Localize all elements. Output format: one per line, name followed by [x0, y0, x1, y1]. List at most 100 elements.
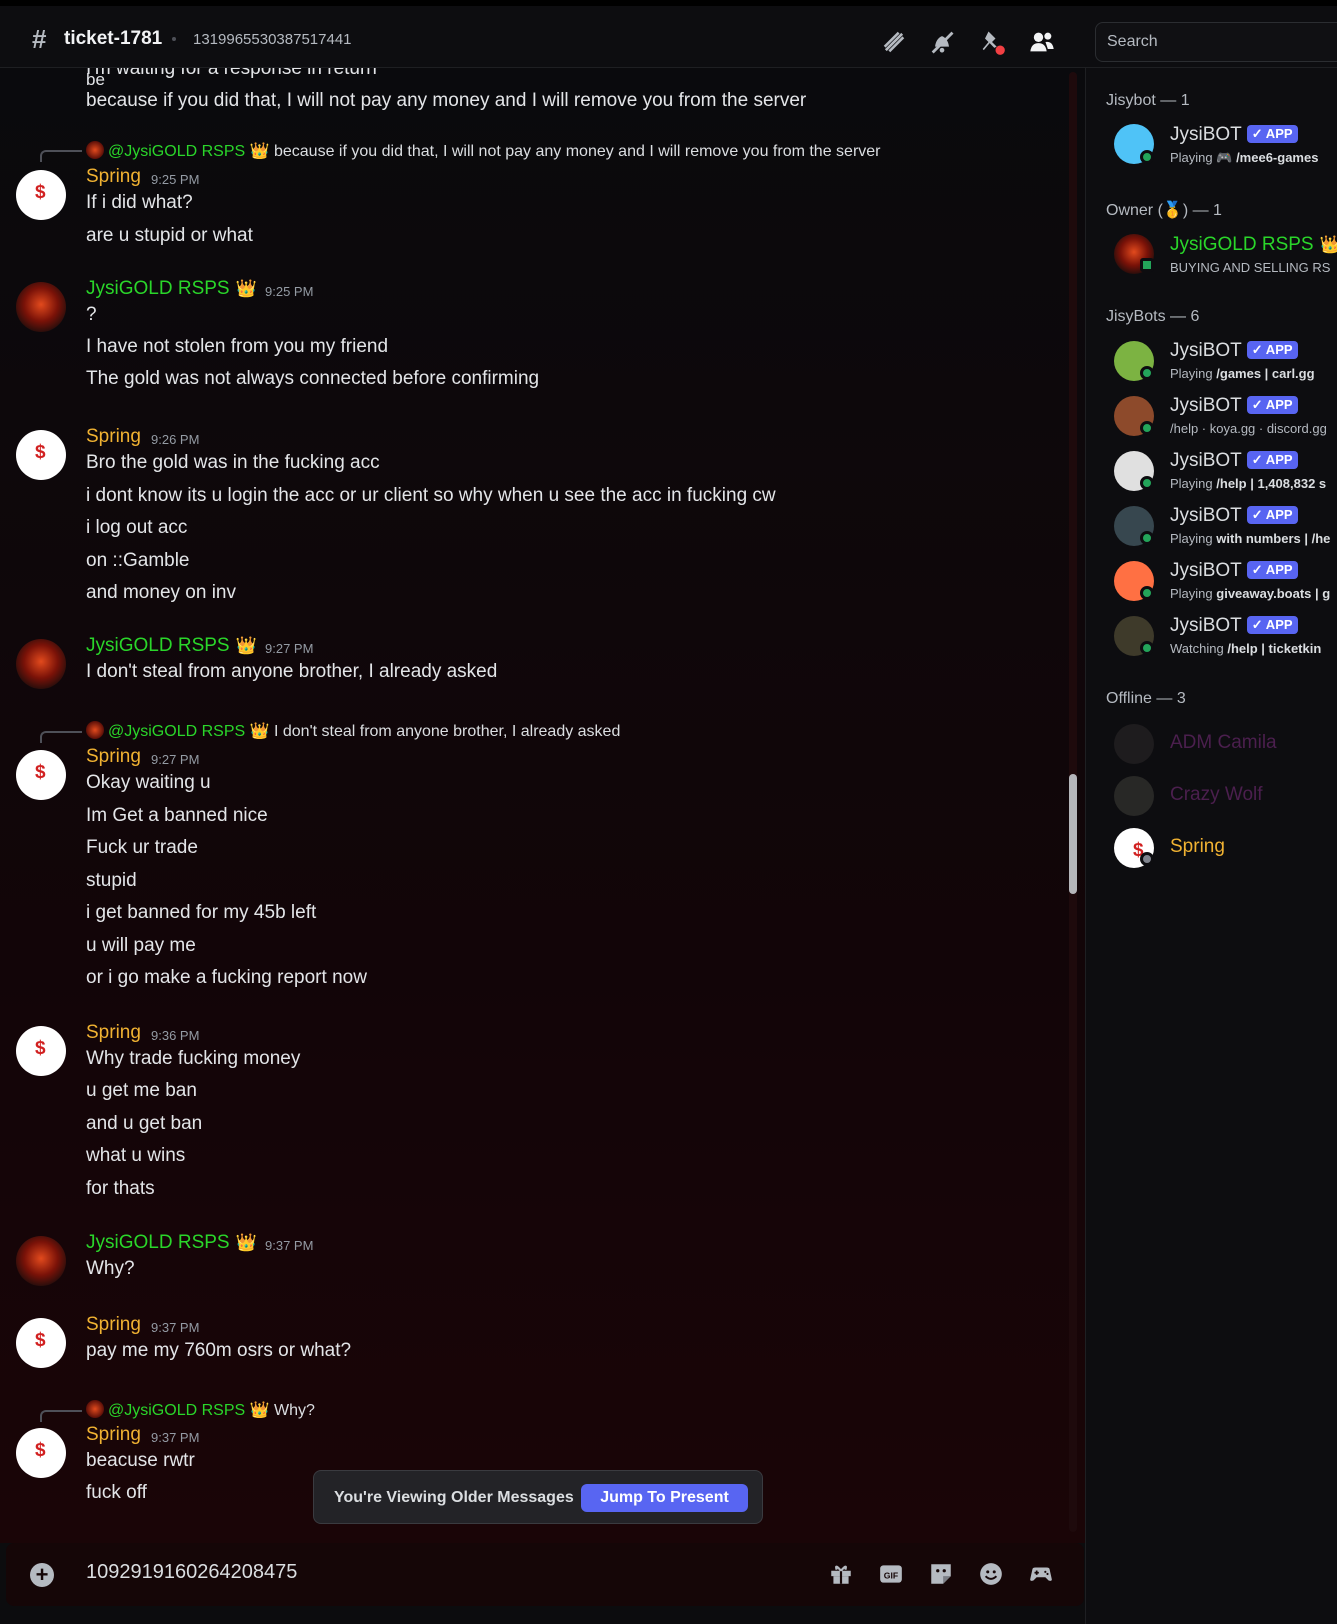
online-status-icon — [1140, 476, 1154, 490]
timestamp: 9:37 PM — [151, 1320, 200, 1335]
mute-notifications-icon[interactable] — [928, 28, 956, 56]
app-badge: ✓ APP — [1246, 561, 1298, 579]
crown-icon: 👑 — [249, 1402, 270, 1419]
member-activity: Watching /help | ticketkin — [1170, 641, 1322, 656]
author-name[interactable]: Spring — [86, 1314, 141, 1336]
member-section-header: Jisybot — 1 — [1106, 92, 1190, 109]
author-name[interactable]: Spring — [86, 746, 141, 768]
app-badge: ✓ APP — [1246, 396, 1298, 414]
avatar[interactable] — [16, 1428, 66, 1478]
channel-topic[interactable]: 1319965530387517441 — [193, 31, 352, 48]
message-line: u will pay me — [86, 935, 196, 956]
online-status-icon — [1140, 366, 1154, 380]
channel-header: # ticket-1781 1319965530387517441 Search — [0, 0, 1337, 68]
crown-icon: 👑 — [249, 143, 270, 160]
pinned-messages-icon[interactable] — [978, 28, 1006, 56]
message-line: or i go make a fucking report now — [86, 967, 367, 988]
reply-preview[interactable]: @JysiGOLD RSPS 👑 I don't steal from anyo… — [86, 721, 620, 741]
member-name: JysiBOT ✓ APP — [1170, 505, 1298, 527]
member-section-header: JisyBots — 6 — [1106, 308, 1200, 325]
author-name[interactable]: JysiGOLD RSPS 👑 — [86, 635, 257, 657]
member-name: JysiBOT ✓ APP — [1170, 615, 1298, 637]
app-badge: ✓ APP — [1246, 341, 1298, 359]
member-list-icon[interactable] — [1028, 28, 1056, 56]
gif-icon[interactable]: GIF — [878, 1561, 904, 1587]
message-line: what u wins — [86, 1145, 186, 1166]
timestamp: 9:26 PM — [151, 432, 200, 447]
member-name: Crazy Wolf — [1170, 784, 1263, 805]
avatar[interactable] — [16, 1236, 66, 1286]
mobile-status-icon — [1140, 258, 1154, 272]
timestamp: 9:36 PM — [151, 1028, 200, 1043]
message-line: I don't steal from anyone brother, I alr… — [86, 661, 498, 682]
avatar[interactable] — [16, 1318, 66, 1368]
scrollbar-thumb[interactable] — [1069, 774, 1077, 894]
avatar[interactable] — [16, 750, 66, 800]
member-list: Jisybot — 1 JysiBOT ✓ APP Playing 🎮 /mee6… — [1085, 68, 1337, 1624]
search-input[interactable]: Search — [1095, 22, 1337, 62]
gift-icon[interactable] — [828, 1561, 854, 1587]
member-name: JysiBOT ✓ APP — [1170, 395, 1298, 417]
activity-icon[interactable] — [1028, 1561, 1054, 1587]
avatar[interactable] — [16, 1026, 66, 1076]
message-line: are u stupid or what — [86, 225, 253, 246]
message-line: The gold was not always connected before… — [86, 368, 540, 389]
reply-mention[interactable]: @JysiGOLD RSPS — [108, 723, 245, 740]
offline-status-icon — [1140, 852, 1154, 866]
member-section-header: Offline — 3 — [1106, 690, 1186, 707]
member-section-header: Owner (🥇) — 1 — [1106, 202, 1222, 219]
message-line: i dont know its u login the acc or ur cl… — [86, 485, 776, 506]
author-name[interactable]: Spring — [86, 1022, 141, 1044]
reply-mention[interactable]: @JysiGOLD RSPS — [108, 1402, 245, 1419]
reply-text: I don't steal from anyone brother, I alr… — [273, 723, 621, 740]
author-name[interactable]: Spring — [86, 1424, 141, 1446]
threads-icon[interactable] — [880, 28, 908, 56]
member-name: JysiBOT ✓ APP — [1170, 560, 1298, 582]
timestamp: 9:27 PM — [151, 752, 200, 767]
author-name[interactable]: Spring — [86, 166, 141, 188]
author-name[interactable]: JysiGOLD RSPS 👑 — [86, 1232, 257, 1254]
message-line: and money on inv — [86, 582, 236, 603]
avatar[interactable] — [16, 430, 66, 480]
message-line: beacuse rwtr — [86, 1450, 195, 1471]
member-activity: Playing giveaway.boats | g — [1170, 586, 1331, 601]
online-status-icon — [1140, 150, 1154, 164]
reply-mention[interactable]: @JysiGOLD RSPS — [108, 143, 245, 160]
add-icon[interactable]: + — [30, 1563, 54, 1587]
author-name[interactable]: JysiGOLD RSPS 👑 — [86, 278, 257, 300]
search-placeholder: Search — [1107, 33, 1158, 50]
member-activity: Playing 🎮 /mee6-games — [1170, 150, 1319, 165]
avatar[interactable] — [16, 170, 66, 220]
member-name: JysiBOT ✓ APP — [1170, 124, 1298, 146]
member-activity: /help · koya.gg · discord.gg — [1170, 421, 1327, 436]
online-status-icon — [1140, 586, 1154, 600]
member-activity: Playing /games | carl.gg — [1170, 366, 1315, 381]
sticker-icon[interactable] — [928, 1561, 954, 1587]
reply-text: because if you did that, I will not pay … — [273, 143, 881, 160]
message-line: stupid — [86, 870, 137, 891]
message-line: Why? — [86, 1258, 135, 1279]
message-line: i log out acc — [86, 517, 188, 538]
avatar[interactable] — [16, 282, 66, 332]
reply-preview[interactable]: @JysiGOLD RSPS 👑 because if you did that… — [86, 141, 881, 161]
message-line: Im Get a banned nice — [86, 805, 268, 826]
message-line: Why trade fucking money — [86, 1048, 301, 1069]
message-line: because if you did that, I will not pay … — [86, 90, 807, 111]
message-list[interactable]: I'm waiting for a response in return be … — [0, 68, 1085, 1543]
message-line: ? — [86, 304, 97, 325]
message-line: on ::Gamble — [86, 550, 190, 571]
member-name: JysiBOT ✓ APP — [1170, 340, 1298, 362]
message-input[interactable] — [86, 1561, 736, 1584]
reply-avatar — [86, 1400, 104, 1418]
emoji-icon[interactable] — [978, 1561, 1004, 1587]
message-composer: + GIF — [6, 1543, 1084, 1606]
reply-preview[interactable]: @JysiGOLD RSPS 👑 Why? — [86, 1400, 315, 1420]
jump-to-present-button[interactable]: Jump To Present — [581, 1484, 748, 1512]
member-name: JysiGOLD RSPS 👑 — [1170, 234, 1337, 256]
author-name[interactable]: Spring — [86, 426, 141, 448]
reply-text: Why? — [273, 1402, 315, 1419]
avatar[interactable] — [16, 639, 66, 689]
reply-spine — [40, 150, 82, 162]
timestamp: 9:25 PM — [151, 172, 200, 187]
message-line: Fuck ur trade — [86, 837, 198, 858]
